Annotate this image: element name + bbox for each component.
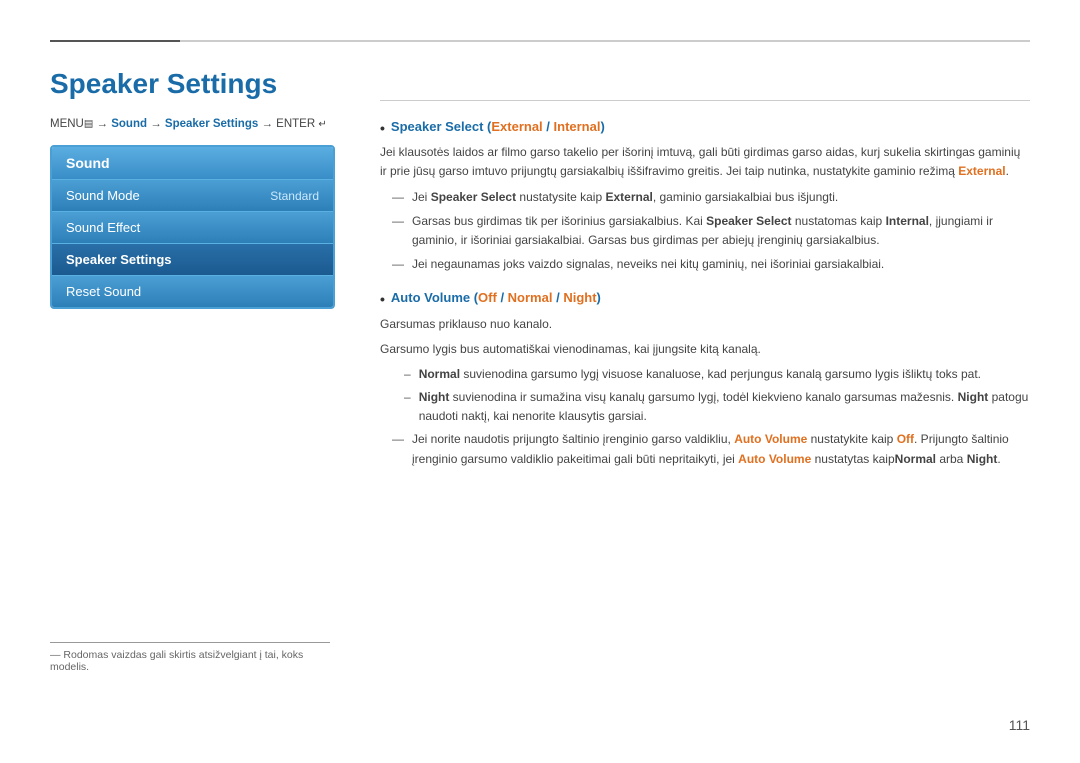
menu-item-label: Reset Sound bbox=[66, 284, 141, 299]
auto-volume-section: • Auto Volume (Off / Normal / Night) Gar… bbox=[380, 290, 1030, 469]
auto-volume-title-text: Auto Volume (Off / Normal / Night) bbox=[391, 290, 601, 305]
bullet-dot: • bbox=[380, 119, 385, 137]
menu-item-label: Sound Mode bbox=[66, 188, 140, 203]
menu-item-sound-mode[interactable]: Sound Mode Standard bbox=[52, 179, 333, 211]
menu-item-speaker-settings[interactable]: Speaker Settings bbox=[52, 243, 333, 275]
sub-text: Jei norite naudotis prijungto šaltinio į… bbox=[412, 430, 1030, 468]
sub-text: Garsas bus girdimas tik per išorinius ga… bbox=[412, 212, 1030, 250]
auto-volume-sub2: – Night suvienodina ir sumažina visų kan… bbox=[404, 388, 1030, 426]
sound-menu-header: Sound bbox=[52, 147, 333, 179]
auto-volume-sub1: – Normal suvienodina garsumo lygį visuos… bbox=[404, 365, 1030, 384]
menu-item-label: Sound Effect bbox=[66, 220, 140, 235]
menu-item-label: Speaker Settings bbox=[66, 252, 172, 267]
footnote-text: — Rodomas vaizdas gali skirtis atsižvelg… bbox=[50, 649, 330, 673]
sub-text: Jei negaunamas joks vaizdo signalas, nev… bbox=[412, 255, 884, 274]
footnote-area: — Rodomas vaizdas gali skirtis atsižvelg… bbox=[50, 642, 330, 673]
menu-item-reset-sound[interactable]: Reset Sound bbox=[52, 275, 333, 307]
auto-volume-sub3: — Jei norite naudotis prijungto šaltinio… bbox=[392, 430, 1030, 468]
dash-icon: — bbox=[392, 430, 404, 449]
sub-text: Normal suvienodina garsumo lygį visuose … bbox=[419, 365, 981, 384]
top-decorative-line bbox=[50, 40, 1030, 42]
left-panel: Sound Sound Mode Standard Sound Effect S… bbox=[50, 145, 335, 309]
auto-volume-body2: Garsumo lygis bus automatiškai vienodina… bbox=[380, 340, 1030, 359]
speaker-select-title-text: Speaker Select (External / Internal) bbox=[391, 119, 605, 134]
auto-volume-title: • Auto Volume (Off / Normal / Night) bbox=[380, 290, 1030, 308]
speaker-select-sub2: — Garsas bus girdimas tik per išorinius … bbox=[392, 212, 1030, 250]
menu-item-sound-effect[interactable]: Sound Effect bbox=[52, 211, 333, 243]
sub-text: Night suvienodina ir sumažina visų kanal… bbox=[419, 388, 1030, 426]
speaker-select-body: Jei klausotės laidos ar filmo garso take… bbox=[380, 143, 1030, 181]
speaker-select-sub3: — Jei negaunamas joks vaizdo signalas, n… bbox=[392, 255, 1030, 274]
sound-menu-box: Sound Sound Mode Standard Sound Effect S… bbox=[50, 145, 335, 309]
dash-icon: – bbox=[404, 365, 411, 384]
right-content: • Speaker Select (External / Internal) J… bbox=[380, 100, 1030, 485]
speaker-select-section: • Speaker Select (External / Internal) J… bbox=[380, 119, 1030, 274]
speaker-select-sub1: — Jei Speaker Select nustatysite kaip Ex… bbox=[392, 188, 1030, 207]
page-number: 111 bbox=[1009, 717, 1030, 733]
auto-volume-body1: Garsumas priklauso nuo kanalo. bbox=[380, 315, 1030, 334]
dash-icon: — bbox=[392, 212, 404, 231]
bullet-dot: • bbox=[380, 290, 385, 308]
dash-icon: — bbox=[392, 255, 404, 274]
page-title: Speaker Settings bbox=[50, 68, 1030, 100]
sub-text: Jei Speaker Select nustatysite kaip Exte… bbox=[412, 188, 838, 207]
speaker-select-title: • Speaker Select (External / Internal) bbox=[380, 119, 1030, 137]
dash-icon: – bbox=[404, 388, 411, 407]
menu-item-value: Standard bbox=[270, 189, 319, 203]
section-divider bbox=[380, 100, 1030, 101]
dash-icon: — bbox=[392, 188, 404, 207]
